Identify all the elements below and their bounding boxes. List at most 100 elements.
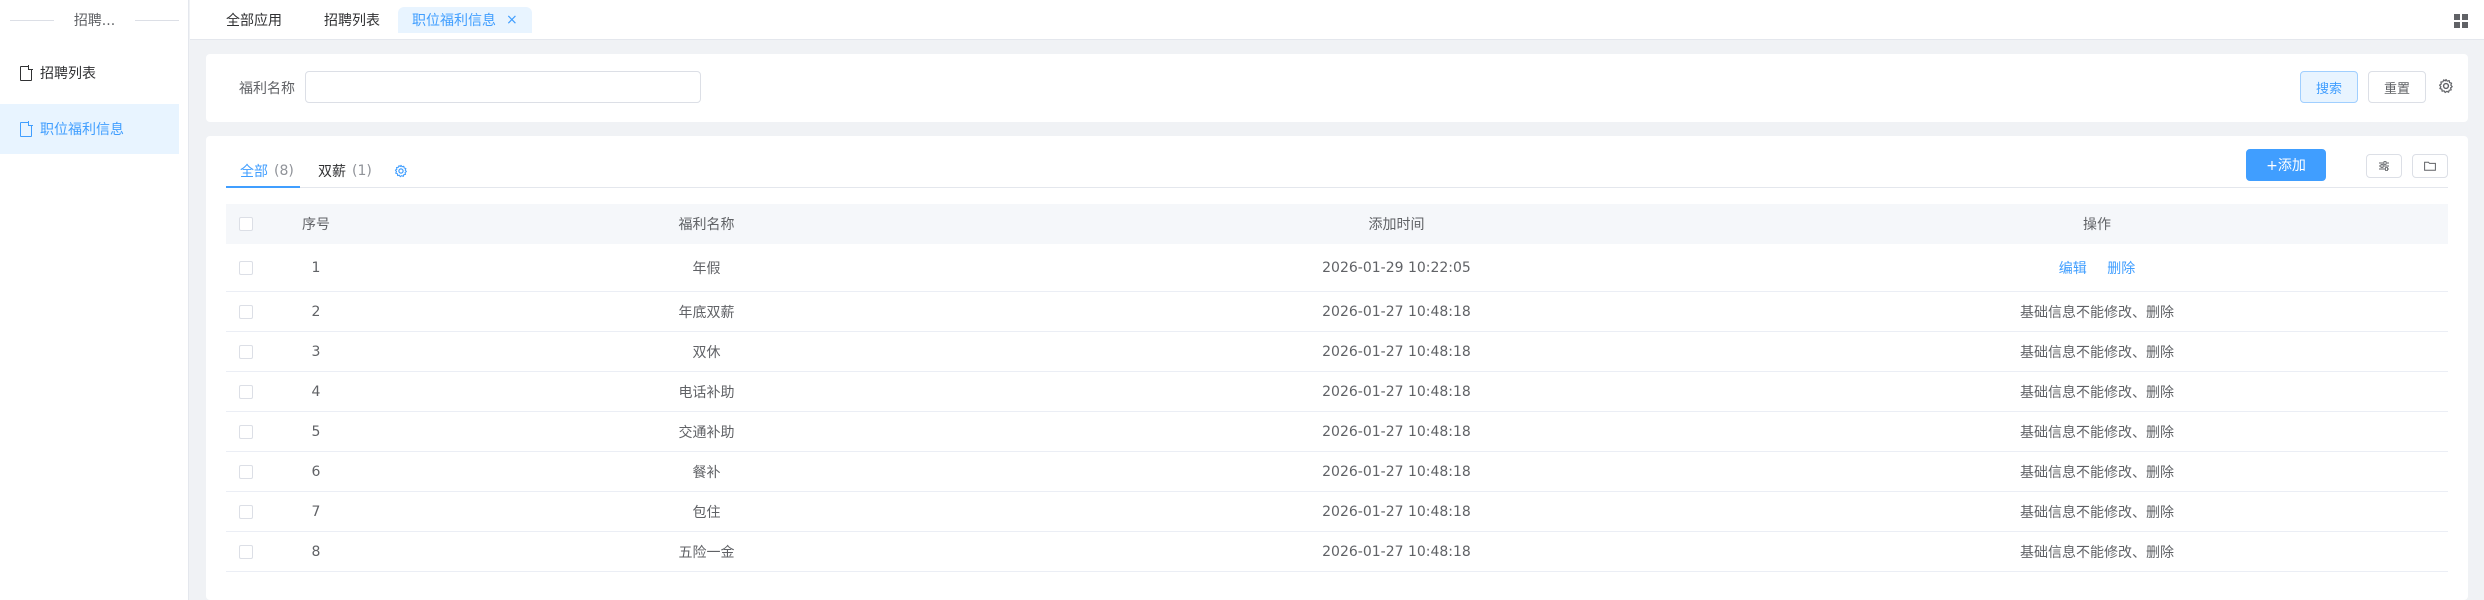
table-row: 2 年底双薪 2026-01-27 10:48:18 基础信息不能修改、删除 bbox=[226, 292, 2448, 332]
row-index: 6 bbox=[311, 463, 321, 480]
row-index: 8 bbox=[311, 543, 321, 560]
table-header: 序号 福利名称 添加时间 操作 bbox=[226, 204, 2448, 244]
table-row: 7 包住 2026-01-27 10:48:18 基础信息不能修改、删除 bbox=[226, 492, 2448, 532]
table-row: 5 交通补助 2026-01-27 10:48:18 基础信息不能修改、删除 bbox=[226, 412, 2448, 452]
grid-cell bbox=[2454, 14, 2460, 20]
row-index: 1 bbox=[311, 259, 321, 276]
filter-tab-label: 全部 bbox=[240, 164, 268, 180]
row-index: 2 bbox=[311, 303, 321, 320]
sidebar: 招聘... 招聘列表 职位福利信息 bbox=[0, 0, 189, 600]
filter-tab-count: (8) bbox=[274, 163, 294, 179]
gear-icon[interactable] bbox=[2438, 78, 2454, 94]
sidebar-header: 招聘... bbox=[0, 0, 189, 40]
sidebar-item-label: 职位福利信息 bbox=[40, 122, 124, 138]
row-name: 五险一金 bbox=[678, 544, 735, 561]
row-checkbox[interactable] bbox=[239, 304, 253, 319]
tabs-bar: 全部应用 招聘列表 职位福利信息 × bbox=[190, 0, 2484, 40]
column-header-actions: 操作 bbox=[2083, 217, 2111, 233]
delete-link[interactable]: 删除 bbox=[2107, 261, 2135, 277]
row-name: 年底双薪 bbox=[678, 304, 735, 321]
row-time: 2026-01-29 10:22:05 bbox=[1322, 259, 1471, 276]
row-checkbox[interactable] bbox=[239, 384, 253, 399]
column-header-time[interactable]: 添加时间 bbox=[1047, 214, 1746, 234]
row-select-cell bbox=[226, 544, 266, 559]
sidebar-item-label: 招聘列表 bbox=[40, 66, 96, 82]
gear-icon[interactable] bbox=[394, 164, 408, 178]
row-checkbox[interactable] bbox=[239, 260, 253, 275]
app-root: 招聘... 招聘列表 职位福利信息 全部应用 招聘列表 职位福利信息 × 福利名 bbox=[0, 0, 2484, 600]
tab-all-apps[interactable]: 全部应用 bbox=[212, 7, 296, 33]
row-index: 4 bbox=[311, 383, 321, 400]
select-all-cell bbox=[226, 217, 266, 231]
grid-cell bbox=[2462, 22, 2468, 28]
table-row: 3 双休 2026-01-27 10:48:18 基础信息不能修改、删除 bbox=[226, 332, 2448, 372]
sidebar-divider-left bbox=[10, 20, 54, 21]
row-index: 5 bbox=[311, 423, 321, 440]
tab-recruit-list[interactable]: 招聘列表 bbox=[310, 7, 394, 33]
grid-cell bbox=[2462, 14, 2468, 20]
benefit-name-label: 福利名称 bbox=[239, 81, 295, 97]
edit-link[interactable]: 编辑 bbox=[2059, 261, 2087, 277]
row-time: 2026-01-27 10:48:18 bbox=[1322, 303, 1471, 320]
row-checkbox[interactable] bbox=[239, 504, 253, 519]
row-select-cell bbox=[226, 304, 266, 319]
row-checkbox[interactable] bbox=[239, 344, 253, 359]
row-time: 2026-01-27 10:48:18 bbox=[1322, 463, 1471, 480]
close-icon[interactable]: × bbox=[506, 12, 518, 28]
row-actions-note: 基础信息不能修改、删除 bbox=[2020, 544, 2174, 561]
table-row: 4 电话补助 2026-01-27 10:48:18 基础信息不能修改、删除 bbox=[226, 372, 2448, 412]
document-icon bbox=[20, 65, 33, 81]
row-select-cell bbox=[226, 260, 266, 275]
benefit-table: 序号 福利名称 添加时间 操作 1 年假 2026-01-29 10:22:05… bbox=[226, 204, 2448, 572]
select-all-checkbox[interactable] bbox=[239, 217, 253, 231]
row-select-cell bbox=[226, 504, 266, 519]
row-actions-note: 基础信息不能修改、删除 bbox=[2020, 304, 2174, 321]
tab-label: 职位福利信息 bbox=[412, 13, 496, 29]
row-select-cell bbox=[226, 464, 266, 479]
column-settings-button[interactable] bbox=[2366, 154, 2402, 178]
search-button[interactable]: 搜索 bbox=[2300, 71, 2358, 103]
add-button[interactable]: +添加 bbox=[2246, 149, 2326, 181]
filter-tab-double-salary[interactable]: 双薪 (1) bbox=[318, 154, 372, 188]
filter-tab-label: 双薪 bbox=[318, 164, 346, 180]
filter-tab-all[interactable]: 全部 (8) bbox=[240, 154, 294, 188]
benefit-list-panel: 全部 (8) 双薪 (1) +添加 序号 福利名称 添加时间 操作 1 年假 2… bbox=[206, 136, 2468, 600]
row-name: 交通补助 bbox=[678, 424, 735, 441]
filter-tabs: 全部 (8) 双薪 (1) bbox=[226, 154, 2448, 188]
export-button[interactable] bbox=[2412, 154, 2448, 178]
document-icon bbox=[20, 121, 33, 137]
row-checkbox[interactable] bbox=[239, 464, 253, 479]
table-row: 1 年假 2026-01-29 10:22:05 编辑 删除 bbox=[226, 244, 2448, 292]
row-time: 2026-01-27 10:48:18 bbox=[1322, 503, 1471, 520]
table-row: 8 五险一金 2026-01-27 10:48:18 基础信息不能修改、删除 bbox=[226, 532, 2448, 572]
search-panel: 福利名称 搜索 重置 bbox=[206, 54, 2468, 122]
benefit-name-input[interactable] bbox=[305, 71, 701, 103]
row-name: 餐补 bbox=[692, 464, 721, 481]
row-actions-note: 基础信息不能修改、删除 bbox=[2020, 424, 2174, 441]
row-time: 2026-01-27 10:48:18 bbox=[1322, 343, 1471, 360]
row-actions: 编辑 删除 bbox=[1746, 258, 2448, 278]
row-name: 双休 bbox=[692, 344, 721, 361]
reset-button[interactable]: 重置 bbox=[2368, 71, 2426, 103]
filter-tab-count: (1) bbox=[352, 163, 372, 179]
grid-cell bbox=[2454, 22, 2460, 28]
row-checkbox[interactable] bbox=[239, 544, 253, 559]
row-name: 年假 bbox=[692, 260, 721, 277]
sidebar-divider-right bbox=[135, 20, 179, 21]
grid-menu-icon[interactable] bbox=[2454, 14, 2468, 28]
tab-benefit-info[interactable]: 职位福利信息 × bbox=[398, 7, 532, 33]
folder-icon bbox=[2424, 161, 2436, 171]
sidebar-item-recruit-list[interactable]: 招聘列表 bbox=[0, 48, 179, 98]
sidebar-item-benefit-info[interactable]: 职位福利信息 bbox=[0, 104, 179, 154]
row-select-cell bbox=[226, 344, 266, 359]
row-actions-note: 基础信息不能修改、删除 bbox=[2020, 464, 2174, 481]
sliders-icon bbox=[2379, 161, 2389, 171]
row-index: 3 bbox=[311, 343, 321, 360]
column-header-index: 序号 bbox=[302, 217, 330, 233]
row-time: 2026-01-27 10:48:18 bbox=[1322, 383, 1471, 400]
row-actions-note: 基础信息不能修改、删除 bbox=[2020, 344, 2174, 361]
column-header-name[interactable]: 福利名称 bbox=[366, 214, 1047, 234]
row-actions-note: 基础信息不能修改、删除 bbox=[2020, 504, 2174, 521]
row-checkbox[interactable] bbox=[239, 424, 253, 439]
tab-label: 全部应用 bbox=[226, 13, 282, 29]
